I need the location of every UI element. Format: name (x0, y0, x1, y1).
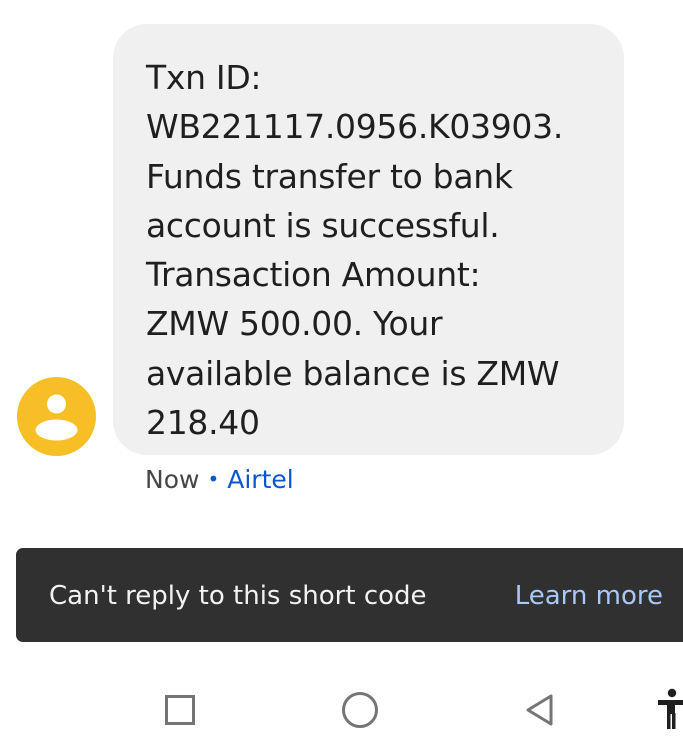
message-text: Txn ID: WB221117.0956.K03903. Funds tran… (146, 58, 564, 443)
recents-icon[interactable] (160, 690, 200, 730)
snackbar-message: Can't reply to this short code (49, 581, 427, 611)
sender-name: Airtel (227, 465, 294, 494)
person-icon (35, 394, 78, 441)
messages-screen: Txn ID: WB221117.0956.K03903. Funds tran… (0, 0, 683, 755)
message-bubble[interactable]: Txn ID: WB221117.0956.K03903. Funds tran… (113, 24, 624, 455)
sender-avatar[interactable] (17, 377, 96, 456)
learn-more-button[interactable]: Learn more (515, 579, 663, 613)
cannot-reply-snackbar: Can't reply to this short code Learn mor… (16, 548, 683, 642)
navigation-bar (0, 660, 683, 755)
message-meta: Now • Airtel (145, 462, 294, 497)
accessibility-icon[interactable] (652, 688, 683, 732)
back-icon[interactable] (520, 690, 560, 730)
message-time: Now (145, 465, 200, 494)
home-icon[interactable] (339, 689, 381, 731)
meta-separator: • (207, 467, 220, 491)
